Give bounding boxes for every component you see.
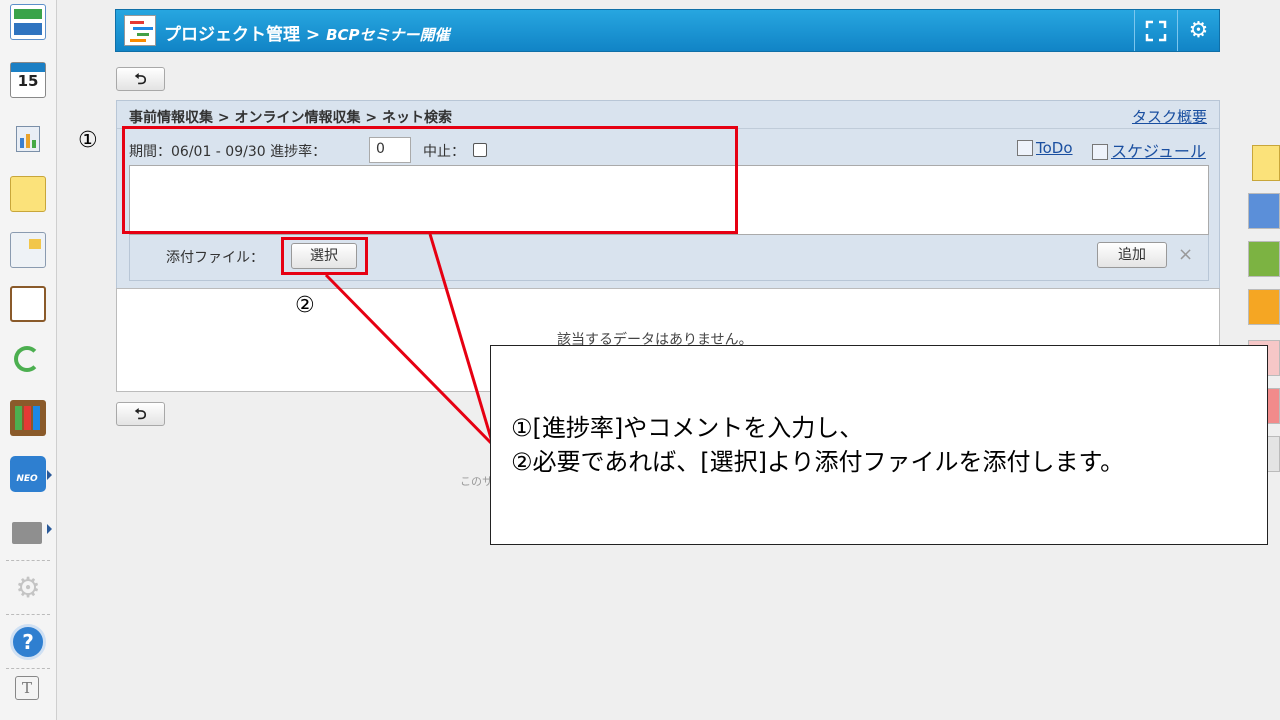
- callout-line-1: ①[進捗率]やコメントを入力し、: [511, 414, 864, 442]
- callout-box: ①[進捗率]やコメントを入力し、 ②必要であれば、[選択]より添付ファイルを添付…: [490, 345, 1268, 545]
- callout-line-2: ②必要であれば、[選択]より添付ファイルを添付します。: [511, 448, 1125, 476]
